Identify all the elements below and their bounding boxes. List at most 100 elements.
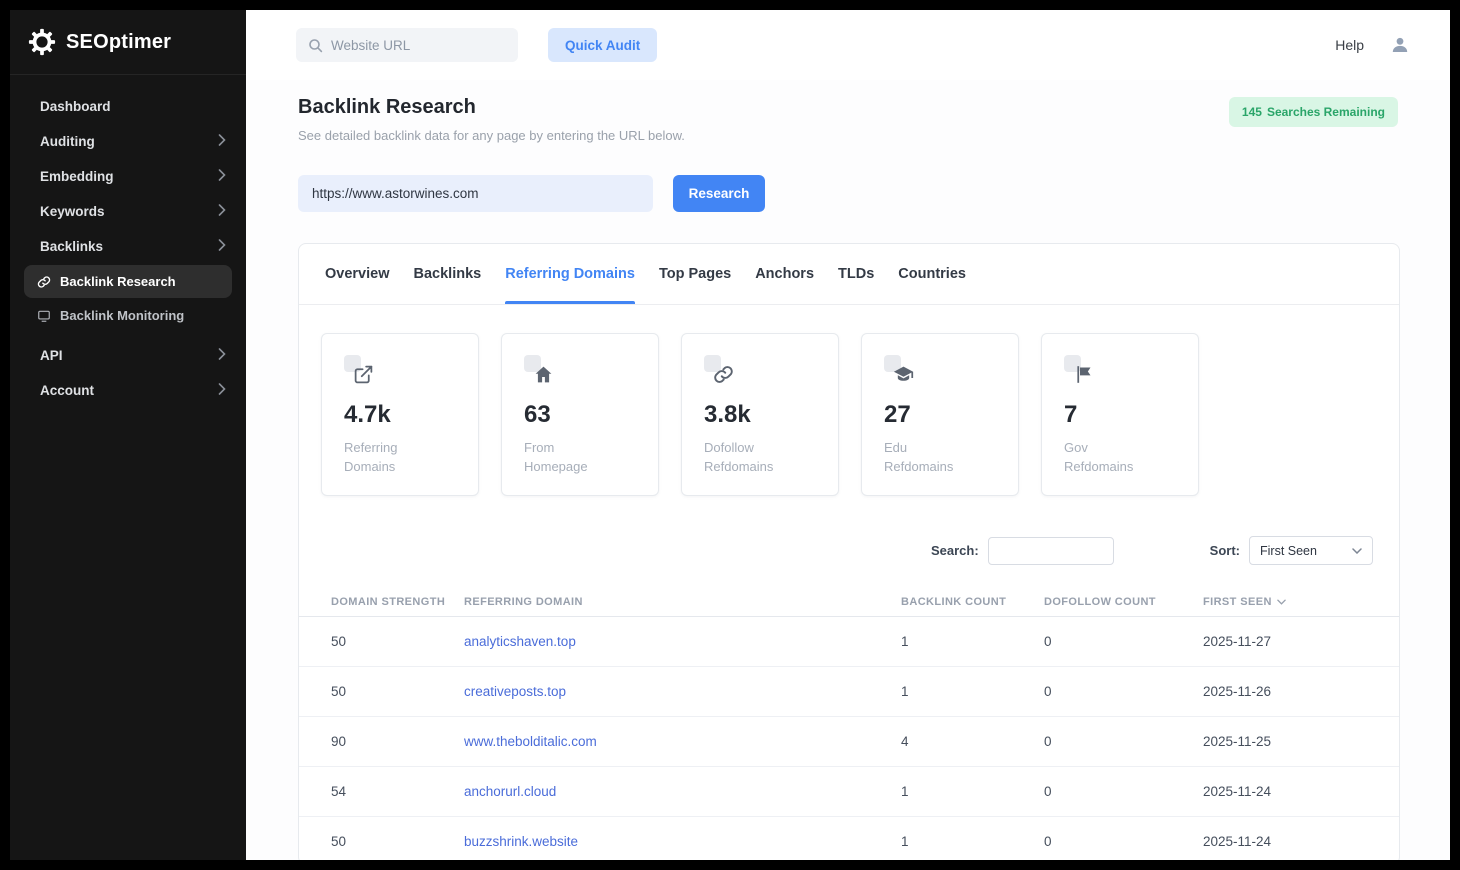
sidebar-item-label: API	[40, 348, 63, 363]
sidebar-item-embedding[interactable]: Embedding	[10, 159, 246, 194]
sidebar-item-label: Keywords	[40, 204, 105, 219]
sidebar-subitem-label: Backlink Research	[60, 274, 176, 289]
tab-backlinks[interactable]: Backlinks	[414, 244, 482, 304]
sidebar-item-label: Auditing	[40, 134, 95, 149]
user-avatar-icon[interactable]	[1390, 35, 1410, 55]
website-url-input[interactable]	[331, 38, 506, 53]
sidebar-item-api[interactable]: API	[10, 338, 246, 373]
table-row: 90 www.thebolditalic.com 4 0 2025-11-25	[299, 717, 1399, 767]
table-controls: Search: Sort: First Seen	[299, 536, 1399, 565]
sort-direction-icon	[1277, 599, 1286, 605]
chevron-right-icon	[218, 239, 226, 254]
cell-dofollow-count: 0	[1044, 734, 1203, 749]
cell-dofollow-count: 0	[1044, 684, 1203, 699]
research-button[interactable]: Research	[673, 175, 765, 212]
app-window: SEOptimer Dashboard Auditing Embedding K…	[10, 10, 1450, 860]
col-header-referring-domain[interactable]: REFERRING DOMAIN	[464, 596, 901, 608]
flag-icon	[1064, 355, 1094, 385]
col-header-domain-strength[interactable]: DOMAIN STRENGTH	[331, 596, 464, 608]
logo-text: SEOptimer	[66, 31, 171, 54]
home-icon	[524, 355, 554, 385]
cell-first-seen: 2025-11-24	[1203, 834, 1373, 849]
main-area: Quick Audit Help Backlink Research See d…	[246, 10, 1450, 860]
cell-domain-strength: 50	[331, 684, 464, 699]
stat-value: 3.8k	[704, 401, 816, 429]
sidebar-item-account[interactable]: Account	[10, 373, 246, 408]
cell-backlink-count: 1	[901, 684, 1044, 699]
sidebar-item-keywords[interactable]: Keywords	[10, 194, 246, 229]
searches-remaining-badge: 145 Searches Remaining	[1229, 97, 1398, 127]
page-subtitle: See detailed backlink data for any page …	[298, 128, 1400, 143]
stat-value: 63	[524, 401, 636, 429]
page-content: Backlink Research See detailed backlink …	[246, 80, 1450, 860]
sidebar-item-auditing[interactable]: Auditing	[10, 124, 246, 159]
cell-referring-domain-link[interactable]: analyticshaven.top	[464, 634, 901, 649]
monitor-icon	[37, 309, 51, 323]
stat-label: Referring Domains	[344, 438, 456, 476]
cell-referring-domain-link[interactable]: www.thebolditalic.com	[464, 734, 901, 749]
col-header-backlink-count[interactable]: BACKLINK COUNT	[901, 596, 1044, 608]
sidebar: SEOptimer Dashboard Auditing Embedding K…	[10, 10, 246, 860]
quick-audit-button[interactable]: Quick Audit	[548, 28, 657, 62]
stat-label: Edu Refdomains	[884, 438, 996, 476]
cell-referring-domain-link[interactable]: anchorurl.cloud	[464, 784, 901, 799]
table-row: 50 creativeposts.top 1 0 2025-11-26	[299, 667, 1399, 717]
logo: SEOptimer	[10, 10, 246, 75]
table-header-row: DOMAIN STRENGTH REFERRING DOMAIN BACKLIN…	[299, 587, 1399, 617]
sort-label: Sort:	[1210, 543, 1240, 558]
sidebar-item-label: Embedding	[40, 169, 114, 184]
tab-referring-domains[interactable]: Referring Domains	[505, 244, 635, 304]
help-link[interactable]: Help	[1335, 37, 1364, 53]
sort-select-value: First Seen	[1260, 544, 1317, 558]
website-url-searchbox[interactable]	[296, 28, 518, 62]
table-search-input[interactable]	[988, 537, 1114, 565]
cell-dofollow-count: 0	[1044, 834, 1203, 849]
referring-domains-table: DOMAIN STRENGTH REFERRING DOMAIN BACKLIN…	[299, 587, 1399, 860]
sidebar-item-backlink-research[interactable]: Backlink Research	[24, 265, 232, 298]
col-header-first-seen[interactable]: FIRST SEEN	[1203, 596, 1373, 608]
tab-tlds[interactable]: TLDs	[838, 244, 874, 304]
chevron-right-icon	[218, 383, 226, 398]
stat-label: Gov Refdomains	[1064, 438, 1176, 476]
tab-top-pages[interactable]: Top Pages	[659, 244, 731, 304]
sidebar-item-backlink-monitoring[interactable]: Backlink Monitoring	[24, 299, 232, 332]
tab-bar: Overview Backlinks Referring Domains Top…	[299, 244, 1399, 305]
sidebar-item-label: Dashboard	[40, 99, 111, 114]
cell-dofollow-count: 0	[1044, 634, 1203, 649]
cell-domain-strength: 50	[331, 634, 464, 649]
sort-select[interactable]: First Seen	[1249, 536, 1373, 565]
stat-gov-refdomains: 7 Gov Refdomains	[1041, 333, 1199, 496]
backlink-results-card: Overview Backlinks Referring Domains Top…	[298, 243, 1400, 860]
cell-backlink-count: 1	[901, 834, 1044, 849]
stat-label: From Homepage	[524, 438, 636, 476]
sidebar-subitem-label: Backlink Monitoring	[60, 308, 184, 323]
table-search-label: Search:	[931, 543, 979, 558]
tab-anchors[interactable]: Anchors	[755, 244, 814, 304]
sidebar-item-dashboard[interactable]: Dashboard	[10, 89, 246, 124]
tab-countries[interactable]: Countries	[898, 244, 966, 304]
topbar: Quick Audit Help	[246, 10, 1450, 80]
col-header-dofollow-count[interactable]: DOFOLLOW COUNT	[1044, 596, 1203, 608]
graduation-cap-icon	[884, 355, 914, 385]
cell-referring-domain-link[interactable]: buzzshrink.website	[464, 834, 901, 849]
searches-remaining-label: Searches Remaining	[1267, 105, 1385, 119]
sidebar-item-label: Backlinks	[40, 239, 103, 254]
stat-referring-domains: 4.7k Referring Domains	[321, 333, 479, 496]
sidebar-item-backlinks[interactable]: Backlinks	[10, 229, 246, 264]
cell-first-seen: 2025-11-26	[1203, 684, 1373, 699]
external-link-icon	[344, 355, 374, 385]
cell-referring-domain-link[interactable]: creativeposts.top	[464, 684, 901, 699]
backlink-url-input[interactable]	[298, 175, 653, 212]
table-row: 50 analyticshaven.top 1 0 2025-11-27	[299, 617, 1399, 667]
cell-domain-strength: 54	[331, 784, 464, 799]
searches-remaining-count: 145	[1242, 105, 1262, 119]
table-row: 54 anchorurl.cloud 1 0 2025-11-24	[299, 767, 1399, 817]
chevron-down-icon	[1352, 548, 1362, 554]
tab-overview[interactable]: Overview	[325, 244, 390, 304]
cell-first-seen: 2025-11-24	[1203, 784, 1373, 799]
cell-dofollow-count: 0	[1044, 784, 1203, 799]
link-icon	[704, 355, 734, 385]
url-row: Research	[298, 175, 1400, 212]
stat-value: 27	[884, 401, 996, 429]
cell-domain-strength: 50	[331, 834, 464, 849]
